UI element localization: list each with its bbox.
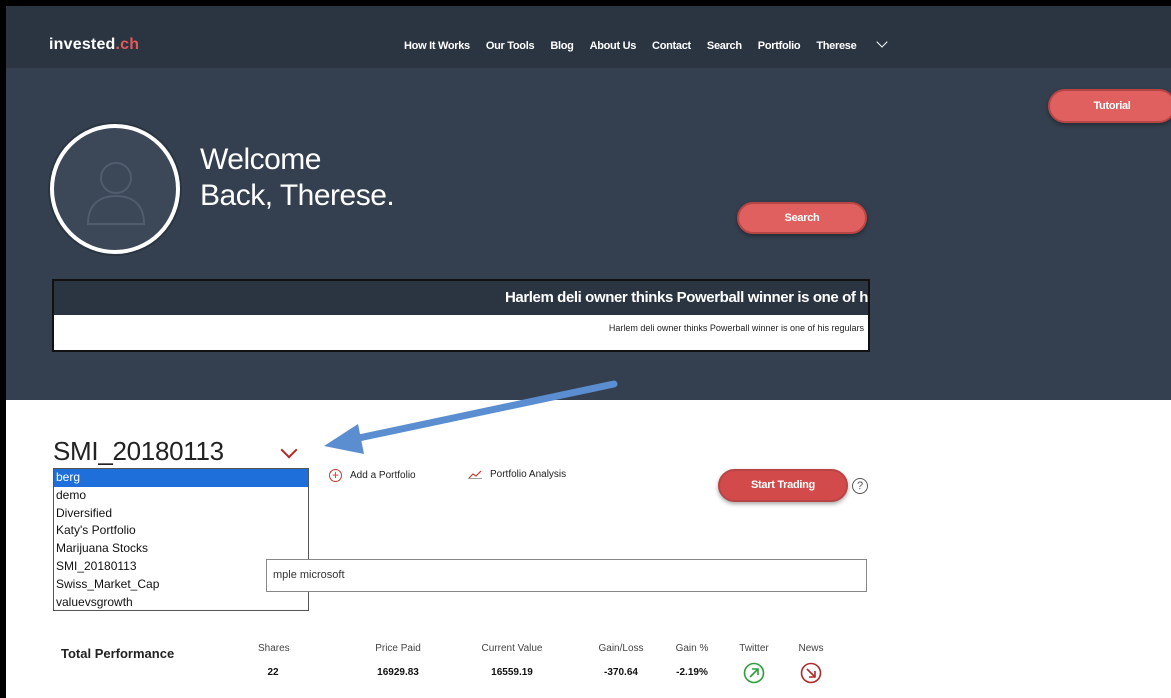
app-window: invested.ch How It Works Our Tools Blog … (0, 0, 1171, 698)
annotation-arrow (324, 380, 618, 454)
